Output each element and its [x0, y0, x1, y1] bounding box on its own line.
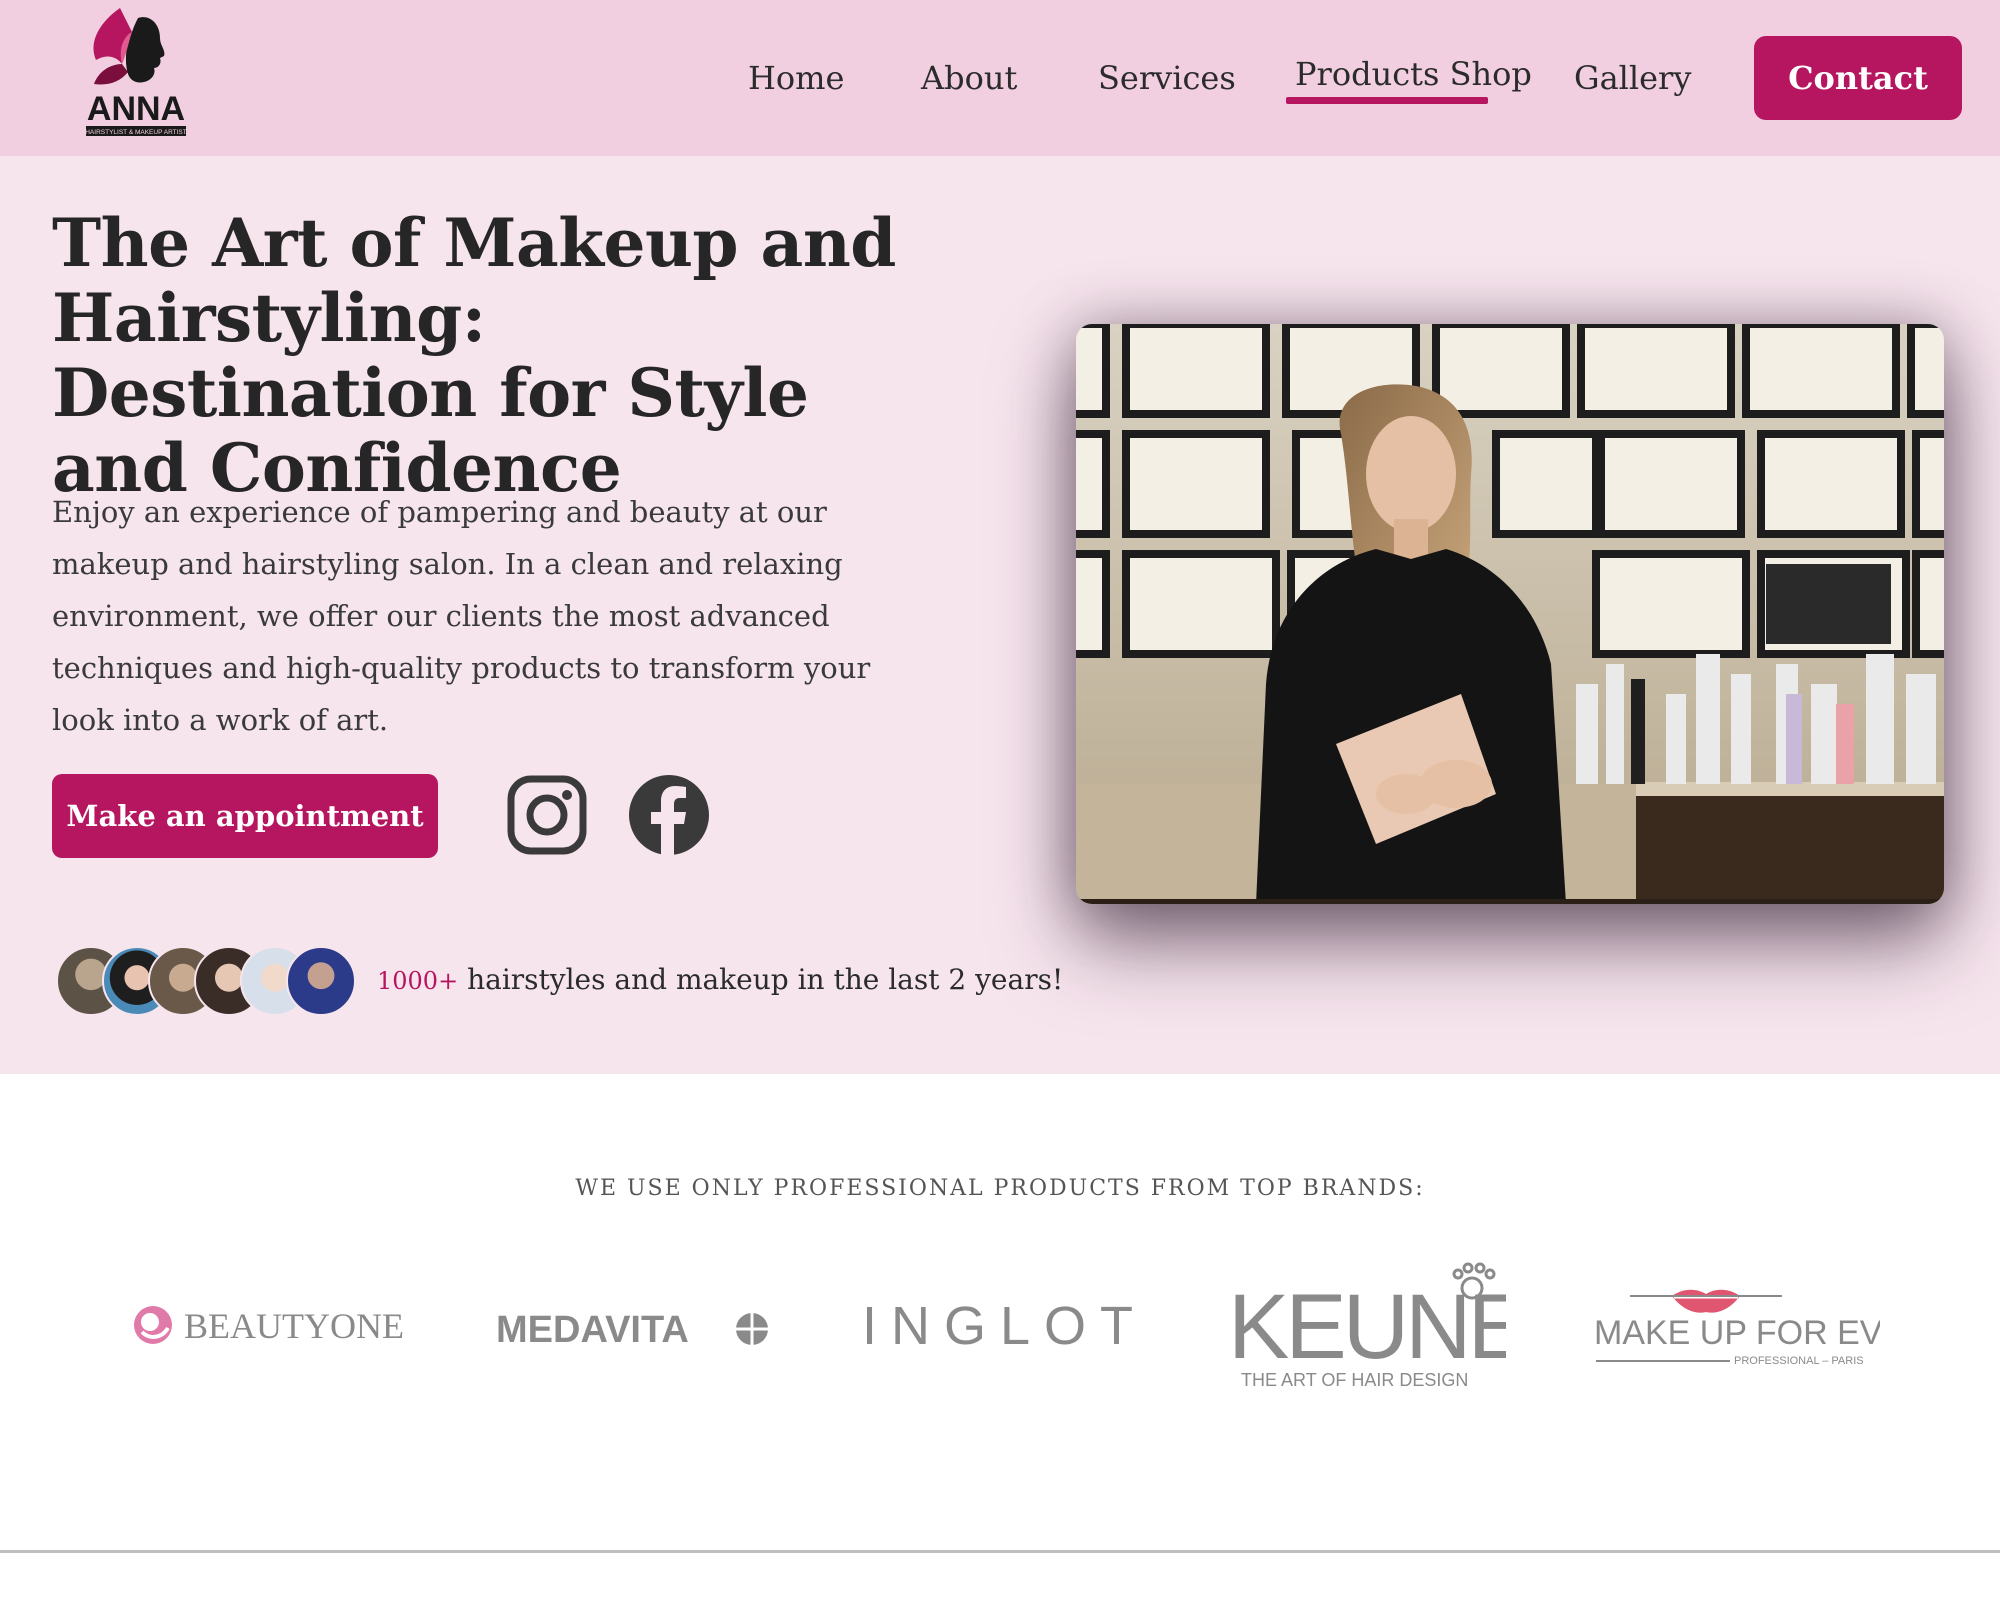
nav-products-shop[interactable]: Products Shop — [1295, 54, 1532, 94]
svg-text:HAIRSTYLIST & MAKEUP ARTIST: HAIRSTYLIST & MAKEUP ARTIST — [85, 129, 187, 136]
active-nav-indicator — [1286, 97, 1488, 104]
stats-text: 1000+ hairstyles and makeup in the last … — [377, 963, 1063, 996]
brands-heading: WE USE ONLY PROFESSIONAL PRODUCTS FROM T… — [575, 1176, 1425, 1201]
facebook-icon[interactable] — [628, 774, 710, 856]
svg-text:THE ART OF HAIR DESIGN: THE ART OF HAIR DESIGN — [1241, 1370, 1468, 1390]
brand-logo-medavita: MEDAVITA — [496, 1309, 768, 1351]
svg-text:INGLOT: INGLOT — [862, 1296, 1138, 1356]
make-appointment-button[interactable]: Make an appointment — [52, 774, 438, 858]
hero-description: Enjoy an experience of pampering and bea… — [52, 495, 871, 737]
site-logo[interactable]: ANNA HAIRSTYLIST & MAKEUP ARTIST — [80, 2, 192, 142]
site-header: ANNA HAIRSTYLIST & MAKEUP ARTIST Home Ab… — [0, 0, 2000, 156]
nav-home[interactable]: Home — [748, 58, 844, 98]
svg-text:BEAUTYONE: BEAUTYONE — [184, 1306, 404, 1346]
svg-text:PROFESSIONAL – PARIS: PROFESSIONAL – PARIS — [1734, 1355, 1864, 1367]
section-divider — [0, 1550, 2000, 1553]
svg-text:MAKE UP FOR EVER: MAKE UP FOR EVER — [1594, 1314, 1880, 1352]
instagram-icon[interactable] — [506, 774, 588, 856]
nav-about[interactable]: About — [921, 58, 1017, 98]
avatar — [286, 946, 356, 1016]
svg-text:MEDAVITA: MEDAVITA — [496, 1309, 689, 1351]
stat-label: hairstyles and makeup in the last 2 year… — [458, 963, 1064, 996]
svg-text:KEUNE: KEUNE — [1228, 1276, 1506, 1378]
stat-number: 1000+ — [377, 967, 459, 995]
hero-title: The Art of Makeup and Hairstyling: Desti… — [52, 204, 896, 507]
brand-logo-beautyone: BEAUTYONE — [134, 1306, 404, 1346]
brand-logo-make-up-for-ever: MAKE UP FOR EVER PROFESSIONAL – PARIS — [1594, 1289, 1880, 1367]
nav-services[interactable]: Services — [1098, 58, 1236, 98]
nav-gallery[interactable]: Gallery — [1574, 58, 1691, 98]
hero-photo — [1076, 324, 1944, 904]
svg-text:ANNA: ANNA — [87, 90, 185, 128]
contact-button[interactable]: Contact — [1754, 36, 1962, 120]
hero-section: The Art of Makeup and Hairstyling: Desti… — [0, 156, 2000, 1074]
customer-avatars — [56, 946, 356, 1018]
brand-logo-keune: KEUNE THE ART OF HAIR DESIGN — [1228, 1262, 1506, 1390]
brand-logo-inglot: INGLOT — [862, 1296, 1138, 1356]
